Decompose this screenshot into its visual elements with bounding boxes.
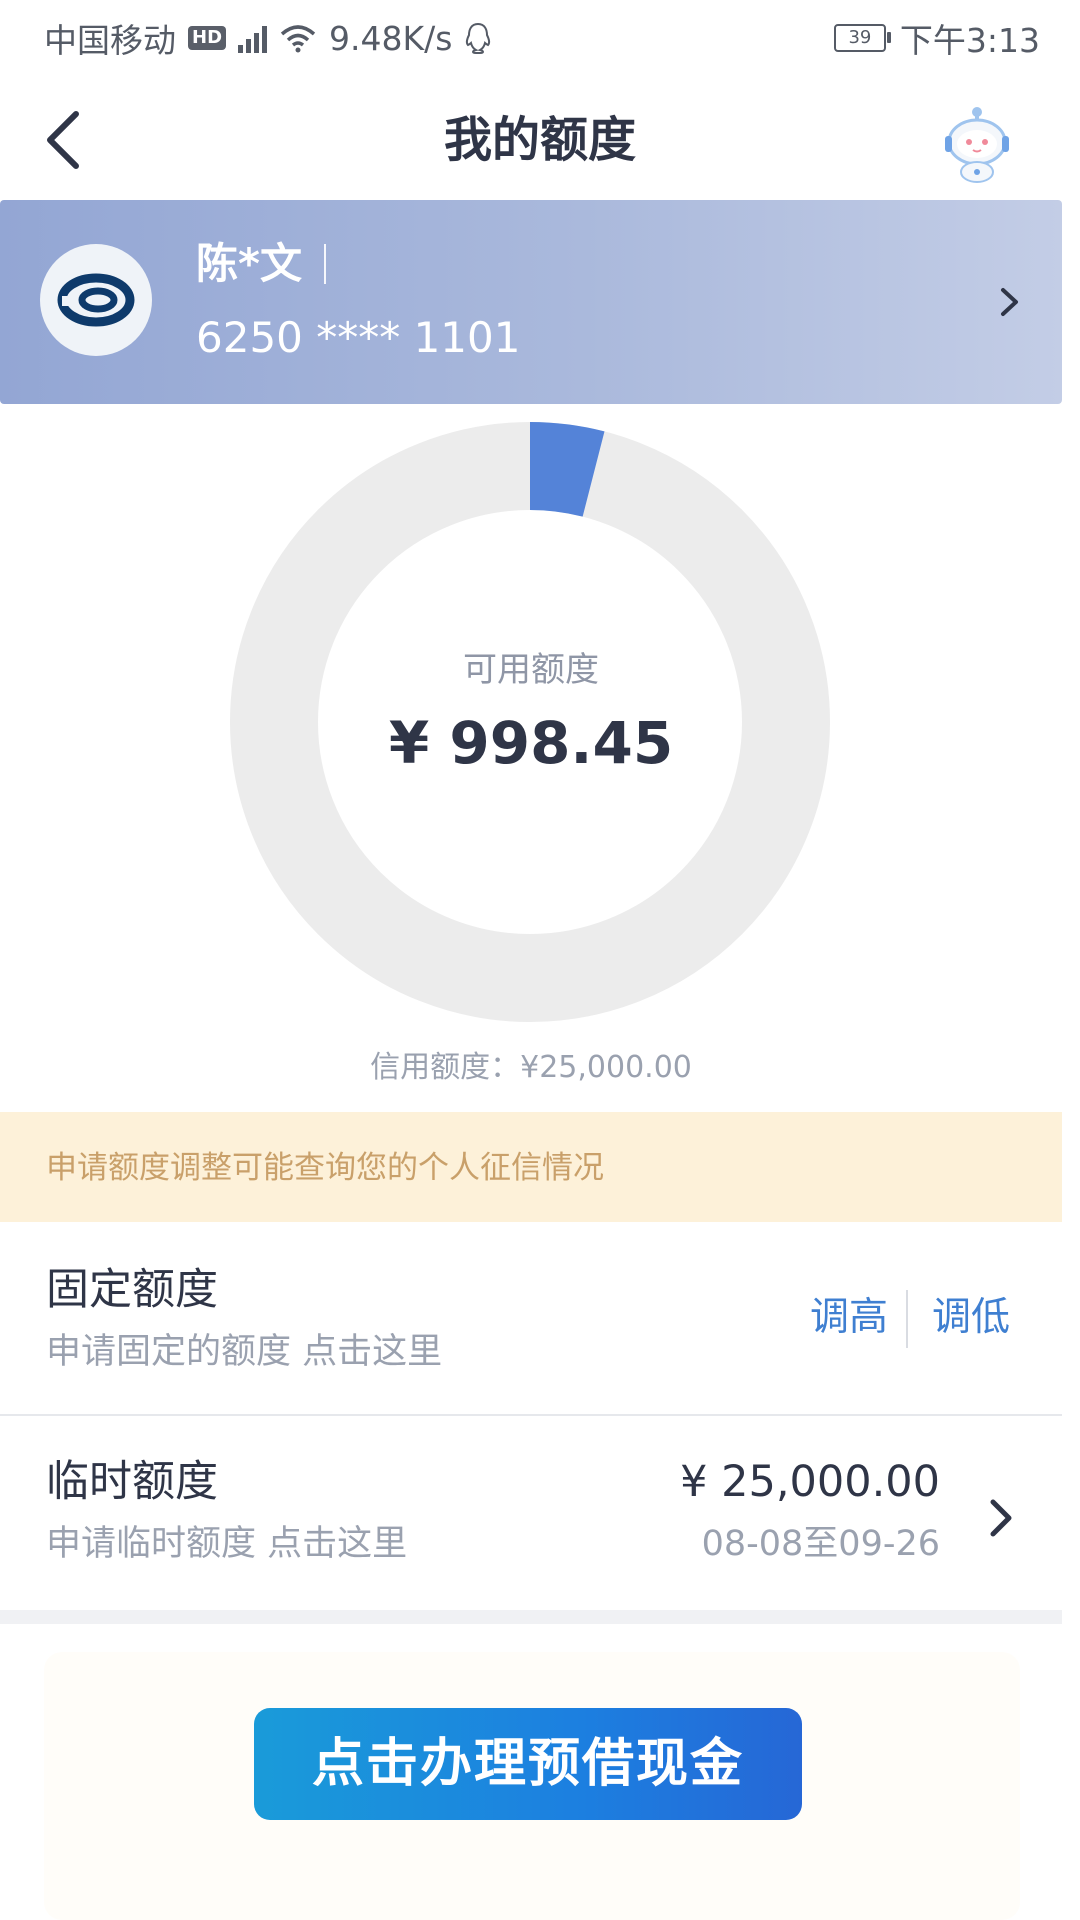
back-button[interactable] (40, 100, 100, 180)
card-number: 6250 **** 1101 (196, 313, 521, 362)
hd-icon: HD (188, 26, 227, 50)
notice-text: 申请额度调整可能查询您的个人征信情况 (46, 1150, 604, 1186)
carrier-name: 中国移动 (44, 21, 176, 60)
available-quota-amount: ¥ 998.45 (388, 709, 674, 777)
card-holder-name: 陈*文 (196, 239, 302, 288)
credit-limit-text: 信用额度：¥25,000.00 (370, 1050, 692, 1085)
temporary-limit-amount: ¥ 25,000.00 (680, 1457, 940, 1507)
fixed-limit-subtitle[interactable]: 申请固定的额度 点击这里 (46, 1328, 442, 1376)
fixed-limit-row: 固定额度 申请固定的额度 点击这里 调高 调低 (0, 1224, 1062, 1414)
card-banner[interactable]: 陈*文 6250 **** 1101 (0, 200, 1062, 404)
name-divider (323, 244, 326, 284)
clock: 下午3:13 (899, 21, 1040, 60)
page-title: 我的额度 (443, 112, 636, 168)
section-gap (0, 1610, 1062, 1624)
assistant-robot-button[interactable] (942, 104, 1012, 184)
lower-limit-button[interactable]: 调低 (932, 1292, 1010, 1344)
credit-notice-banner: 申请额度调整可能查询您的个人征信情况 (0, 1112, 1062, 1222)
network-speed: 9.48K/s (329, 18, 453, 58)
qq-icon (466, 22, 491, 54)
status-right: 39 下午3:13 (833, 14, 1040, 62)
temporary-limit-period: 08-08至09-26 (701, 1524, 940, 1564)
status-bar: 中国移动 HD 9.48K/s 39 下午3:13 (0, 0, 1080, 78)
action-divider (906, 1290, 908, 1348)
chevron-right-icon (1001, 288, 1018, 316)
unionpay-swirl-icon (57, 273, 135, 327)
raise-limit-button[interactable]: 调高 (810, 1292, 888, 1344)
status-left: 中国移动 HD 9.48K/s (44, 14, 492, 62)
fixed-limit-title: 固定额度 (46, 1265, 218, 1315)
bank-logo (40, 244, 152, 356)
back-arrow-icon (47, 111, 79, 169)
temporary-limit-subtitle[interactable]: 申请临时额度 点击这里 (46, 1520, 407, 1568)
temporary-limit-row[interactable]: 临时额度 申请临时额度 点击这里 ¥ 25,000.00 08-08至09-26 (0, 1416, 1062, 1610)
donut-used-segment (528, 422, 605, 517)
temporary-limit-title: 临时额度 (46, 1457, 218, 1507)
chevron-right-icon (990, 1499, 1012, 1537)
available-quota-label: 可用额度 (463, 650, 599, 690)
battery-icon: 39 (833, 24, 891, 52)
signal-icon (238, 23, 268, 53)
robot-icon (945, 107, 1009, 183)
card-holder: 陈*文 (196, 236, 326, 292)
cash-advance-button[interactable]: 点击办理预借现金 (254, 1708, 802, 1820)
wifi-icon (280, 25, 316, 53)
